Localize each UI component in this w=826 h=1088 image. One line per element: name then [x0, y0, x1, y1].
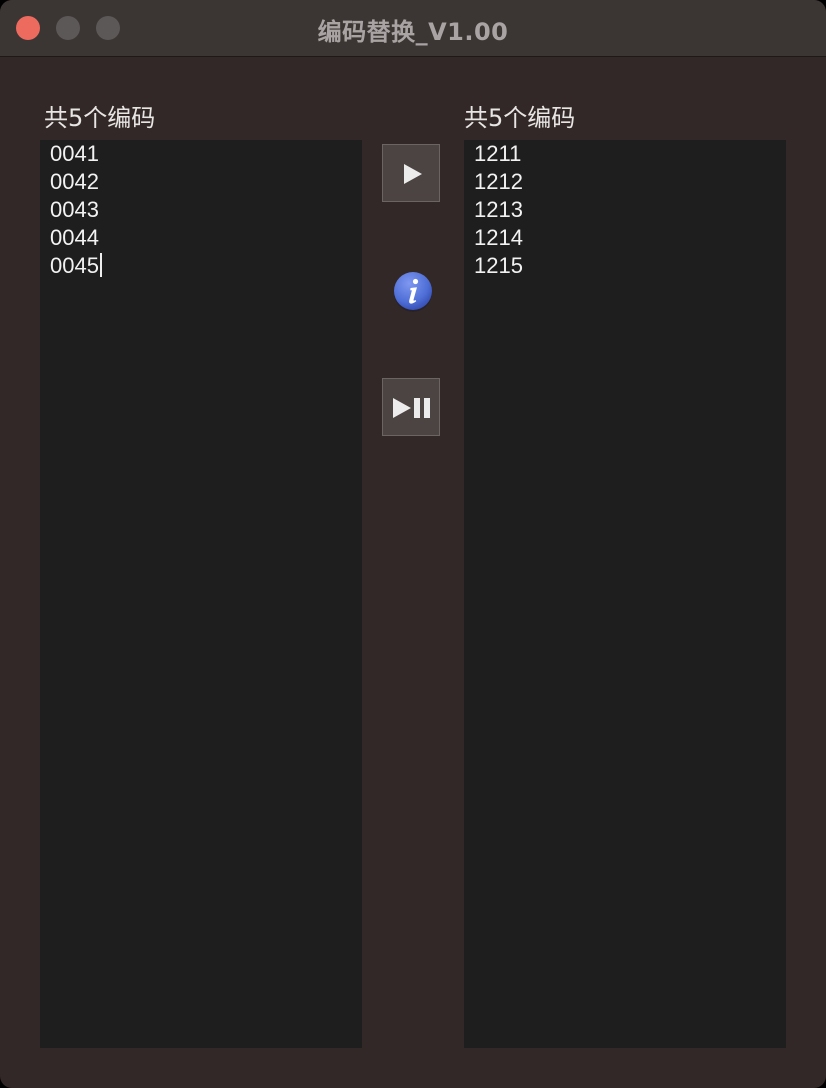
info-button[interactable] — [392, 270, 434, 312]
text-cursor — [99, 253, 102, 277]
source-codes-list: 0041 0042 0043 0044 0045 — [50, 140, 102, 280]
window-title: 编码替换_V1.00 — [317, 18, 509, 46]
target-codes-textarea[interactable]: 1211 1212 1213 1214 1215 — [464, 140, 786, 1048]
title-bar[interactable]: 编码替换_V1.00 — [0, 0, 826, 57]
target-codes-list: 1211 1212 1213 1214 1215 — [474, 140, 523, 280]
target-code-line: 1213 — [474, 196, 523, 224]
source-code-line: 0041 — [50, 140, 102, 168]
source-code-line: 0045 — [50, 252, 102, 280]
source-code-line: 0042 — [50, 168, 102, 196]
target-code-text: 1215 — [474, 253, 523, 278]
target-code-text: 1214 — [474, 225, 523, 250]
source-code-text: 0042 — [50, 169, 99, 194]
info-icon — [394, 272, 432, 312]
target-code-text: 1212 — [474, 169, 523, 194]
target-code-line: 1214 — [474, 224, 523, 252]
source-code-line: 0044 — [50, 224, 102, 252]
target-code-line: 1215 — [474, 252, 523, 280]
source-code-text: 0044 — [50, 225, 99, 250]
source-code-line: 0043 — [50, 196, 102, 224]
source-code-text: 0045 — [50, 253, 99, 278]
play-icon — [404, 164, 422, 184]
target-code-text: 1213 — [474, 197, 523, 222]
target-code-line: 1212 — [474, 168, 523, 196]
source-code-text: 0041 — [50, 141, 99, 166]
target-code-line: 1211 — [474, 140, 523, 168]
play-pause-icon — [393, 398, 430, 418]
target-code-text: 1211 — [474, 141, 522, 166]
play-pause-button[interactable] — [382, 378, 440, 436]
left-code-count-label: 共5个编码 — [44, 104, 156, 132]
app-window: 编码替换_V1.00 共5个编码 共5个编码 0041 0042 0043 00… — [0, 0, 826, 1088]
source-code-text: 0043 — [50, 197, 99, 222]
right-code-count-label: 共5个编码 — [464, 104, 576, 132]
source-codes-textarea[interactable]: 0041 0042 0043 0044 0045 — [40, 140, 362, 1048]
run-replace-button[interactable] — [382, 144, 440, 202]
